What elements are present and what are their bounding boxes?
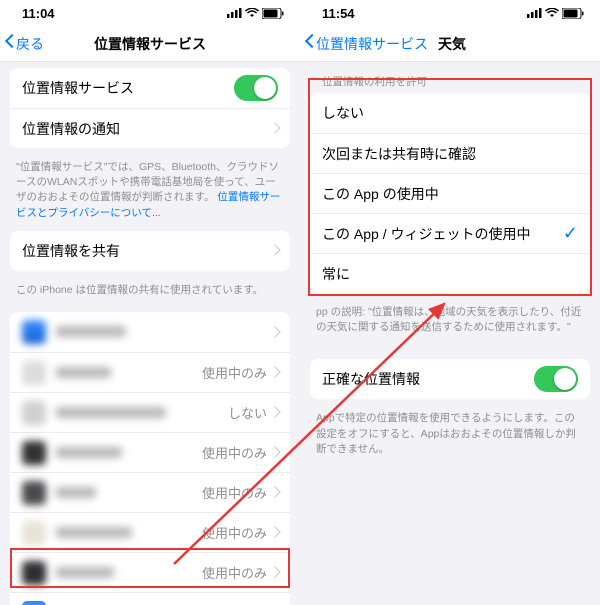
signal-icon xyxy=(227,8,242,18)
status-bar: 11:54 xyxy=(300,0,600,26)
app-icon xyxy=(22,521,46,545)
share-location-row[interactable]: 位置情報を共有 xyxy=(10,231,290,271)
cell-label: 正確な位置情報 xyxy=(322,369,534,389)
app-row[interactable] xyxy=(10,312,290,352)
perm-widgets-row[interactable]: この App / ウィジェットの使用中 ✓ xyxy=(310,213,590,253)
chevron-left-icon xyxy=(304,36,314,52)
app-status: 使用中のみ xyxy=(202,443,271,462)
section-footer: この iPhone は位置情報の共有に使用されています。 xyxy=(0,283,300,308)
chevron-right-icon xyxy=(271,527,278,538)
app-status: 使用中のみ xyxy=(202,563,271,582)
section-footer: Appで特定の位置情報を使用できるようにします。この設定をオフにすると、Appは… xyxy=(300,411,600,467)
section-header: 位置情報の利用を許可 xyxy=(300,68,600,93)
app-icon xyxy=(22,561,46,585)
app-icon xyxy=(22,481,46,505)
chevron-right-icon xyxy=(271,245,278,256)
chevron-left-icon xyxy=(4,36,14,52)
cell-label: 常に xyxy=(322,264,578,284)
cell-label: 位置情報サービス xyxy=(22,78,234,98)
app-row[interactable]: 使用中のみ xyxy=(10,352,290,392)
app-row[interactable]: しない xyxy=(10,392,290,432)
navbar: 位置情報サービス 天気 xyxy=(300,26,600,62)
phone-right: 11:54 位置情報サービス 天気 位置情報の利用を許可 しない 次回または共有… xyxy=(300,0,600,605)
chevron-right-icon xyxy=(271,407,278,418)
app-status: 使用中のみ xyxy=(202,483,271,502)
app-row[interactable]: 使用中のみ xyxy=(10,472,290,512)
phone-left: 11:04 戻る 位置情報サービス 位置情報サービス 位置情報の通知 xyxy=(0,0,300,605)
weather-app-row[interactable]: 天気 使用中のみ xyxy=(10,592,290,605)
app-icon xyxy=(22,320,46,344)
app-status: 使用中のみ xyxy=(202,363,271,382)
location-services-toggle-row[interactable]: 位置情報サービス xyxy=(10,68,290,108)
cell-label: 位置情報の通知 xyxy=(22,119,271,139)
chevron-right-icon xyxy=(271,123,278,134)
battery-icon xyxy=(262,8,284,19)
precise-location-row[interactable]: 正確な位置情報 xyxy=(310,359,590,399)
chevron-right-icon xyxy=(271,447,278,458)
perm-always-row[interactable]: 常に xyxy=(310,253,590,293)
app-icon xyxy=(22,441,46,465)
cell-label: 位置情報を共有 xyxy=(22,241,271,261)
chevron-right-icon xyxy=(271,367,278,378)
section-footer: "位置情報サービス"では、GPS、Bluetooth、クラウドソースのWLANス… xyxy=(0,160,300,231)
app-status: 使用中のみ xyxy=(202,523,271,542)
status-bar: 11:04 xyxy=(0,0,300,26)
section-footer: pp の説明: "位置情報は、地域の天気を表示したり、付近の天気に関する通知を送… xyxy=(300,305,600,345)
chevron-right-icon xyxy=(271,567,278,578)
back-label: 位置情報サービス xyxy=(316,34,428,54)
perm-never-row[interactable]: しない xyxy=(310,93,590,133)
cell-label: しない xyxy=(322,103,578,123)
weather-icon xyxy=(22,601,46,605)
app-icon xyxy=(22,401,46,425)
chevron-right-icon xyxy=(271,487,278,498)
perm-using-row[interactable]: この App の使用中 xyxy=(310,173,590,213)
cell-label: この App の使用中 xyxy=(322,184,578,204)
wifi-icon xyxy=(545,8,559,18)
page-title: 天気 xyxy=(428,34,466,54)
back-label: 戻る xyxy=(16,34,44,54)
switch-on-icon[interactable] xyxy=(234,75,278,101)
app-row[interactable]: 使用中のみ xyxy=(10,432,290,472)
perm-ask-row[interactable]: 次回または共有時に確認 xyxy=(310,133,590,173)
status-time: 11:04 xyxy=(22,6,55,21)
wifi-icon xyxy=(245,8,259,18)
back-button[interactable]: 位置情報サービス xyxy=(300,34,428,54)
app-row[interactable]: 使用中のみ xyxy=(10,512,290,552)
location-notice-row[interactable]: 位置情報の通知 xyxy=(10,108,290,148)
switch-on-icon[interactable] xyxy=(534,366,578,392)
navbar: 戻る 位置情報サービス xyxy=(0,26,300,62)
page-title: 位置情報サービス xyxy=(0,34,300,54)
chevron-right-icon xyxy=(271,327,278,338)
status-time: 11:54 xyxy=(322,6,355,21)
checkmark-icon: ✓ xyxy=(563,223,578,244)
back-button[interactable]: 戻る xyxy=(0,34,44,54)
app-status: しない xyxy=(228,403,271,422)
battery-icon xyxy=(562,8,584,19)
cell-label: 次回または共有時に確認 xyxy=(322,144,578,164)
cell-label: この App / ウィジェットの使用中 xyxy=(322,224,563,244)
app-row[interactable]: 使用中のみ xyxy=(10,552,290,592)
signal-icon xyxy=(527,8,542,18)
app-icon xyxy=(22,361,46,385)
